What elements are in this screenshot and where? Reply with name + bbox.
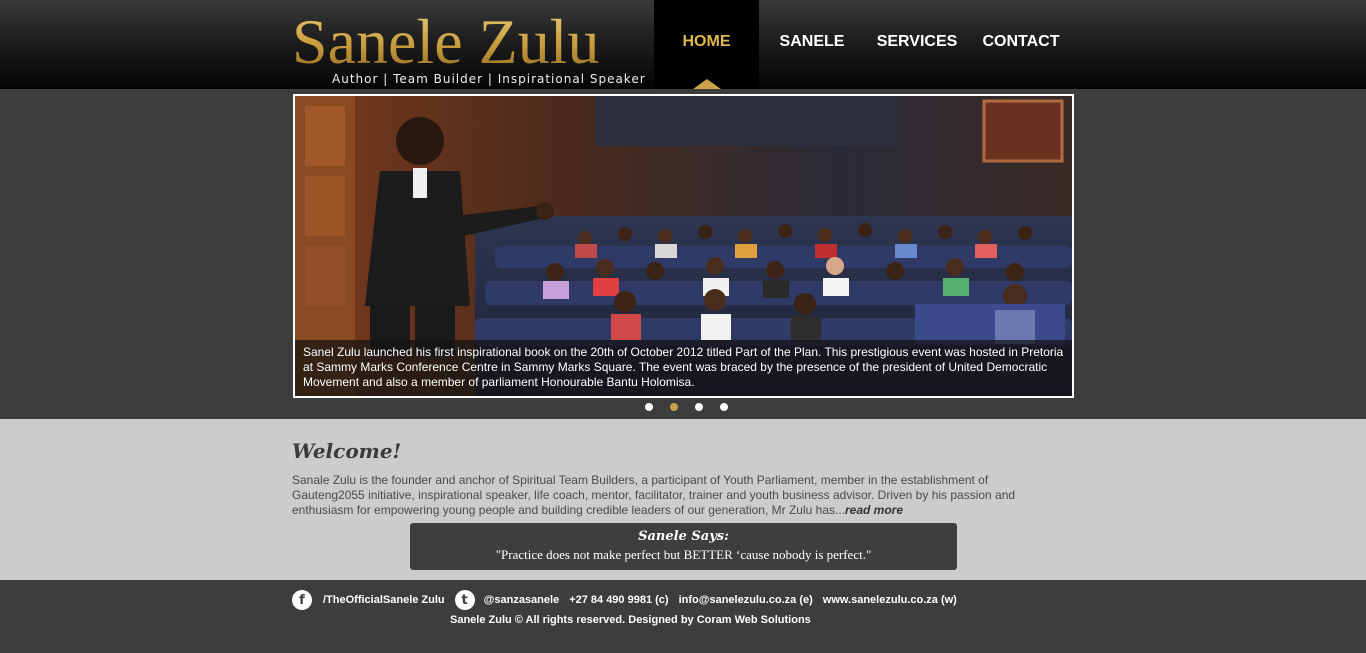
nav-contact[interactable]: CONTACT xyxy=(969,0,1073,89)
welcome-section: Welcome! Sanale Zulu is the founder and … xyxy=(0,419,1366,580)
quote-text: "Practice does not make perfect but BETT… xyxy=(495,547,872,562)
twitter-link[interactable]: @sanzasanele xyxy=(484,594,560,606)
welcome-heading: Welcome! xyxy=(292,439,402,463)
quote-title: Sanele Says: xyxy=(638,529,729,544)
logo-name: Sanele Zulu xyxy=(292,4,599,80)
slide-image[interactable]: Sanel Zulu launched his first inspiratio… xyxy=(293,94,1074,398)
copyright-text: Sanele Zulu © All rights reserved. Desig… xyxy=(450,614,811,626)
quote-box: Sanele Says: "Practice does not make per… xyxy=(410,523,957,570)
facebook-icon[interactable]: f xyxy=(292,590,312,610)
logo-tagline: Author | Team Builder | Inspirational Sp… xyxy=(332,72,646,86)
site-footer: f /TheOfficialSanele Zulu t @sanzasanele… xyxy=(0,580,1366,653)
website-link[interactable]: www.sanelezulu.co.za (w) xyxy=(823,594,957,606)
facebook-link[interactable]: /TheOfficialSanele Zulu xyxy=(323,594,445,606)
site-header: Sanele Zulu Author | Team Builder | Insp… xyxy=(0,0,1366,89)
slider-dot-3[interactable] xyxy=(695,403,703,411)
welcome-body: Sanale Zulu is the founder and anchor of… xyxy=(292,473,1016,517)
slider-dot-4[interactable] xyxy=(720,403,728,411)
phone-number: +27 84 490 9981 (c) xyxy=(569,594,669,606)
twitter-icon[interactable]: t xyxy=(454,590,475,610)
nav-home[interactable]: HOME xyxy=(654,0,759,89)
nav-contact-label: CONTACT xyxy=(982,32,1060,50)
slider-dot-2[interactable] xyxy=(670,403,678,411)
slider-dot-1[interactable] xyxy=(645,403,653,411)
slide-caption: Sanel Zulu launched his first inspiratio… xyxy=(295,340,1072,396)
nav-sanele-label: SANELE xyxy=(779,32,845,50)
email-link[interactable]: info@sanelezulu.co.za (e) xyxy=(679,594,813,606)
nav-home-label: HOME xyxy=(682,32,731,50)
slider-band: Sanel Zulu launched his first inspiratio… xyxy=(0,89,1366,419)
slider-dots xyxy=(645,403,728,411)
nav-services-label: SERVICES xyxy=(876,32,958,50)
main-nav: HOME SANELE SERVICES CONTACT xyxy=(654,0,1073,89)
welcome-text: Sanale Zulu is the founder and anchor of… xyxy=(292,473,1052,518)
read-more-link[interactable]: read more xyxy=(845,503,903,517)
site-logo[interactable]: Sanele Zulu Author | Team Builder | Insp… xyxy=(292,4,645,88)
nav-services[interactable]: SERVICES xyxy=(865,0,969,89)
footer-contacts: f /TheOfficialSanele Zulu t @sanzasanele… xyxy=(292,590,957,610)
nav-sanele[interactable]: SANELE xyxy=(759,0,865,89)
